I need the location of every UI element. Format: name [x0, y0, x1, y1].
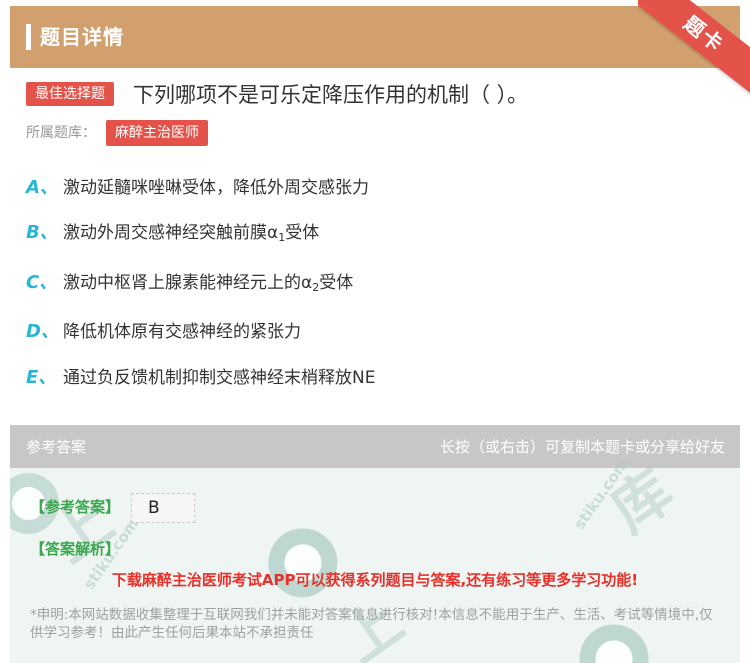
option-c[interactable]: C、 激动中枢肾上腺素能神经元上的α2受体	[26, 269, 726, 297]
option-letter: B、	[26, 222, 58, 243]
reference-answer-label: 【参考答案】	[30, 498, 121, 516]
answer-share-hint: 长按（或右击）可复制本题卡或分享给好友	[439, 438, 725, 456]
header-accent-bar	[26, 24, 31, 50]
bank-label: 所属题库：	[26, 125, 96, 141]
option-text: 降低机体原有交感神经的紧张力	[63, 322, 301, 342]
answer-section: 参考答案 长按（或右击）可复制本题卡或分享给好友 上 上 库 stiku.com…	[10, 425, 740, 663]
question-text: 下列哪项不是可乐定降压作用的机制（ ）。	[133, 83, 529, 107]
option-e[interactable]: E、 通过负反馈机制抑制交感神经末梢释放NE	[26, 364, 726, 392]
reference-answer-image: B	[131, 493, 195, 523]
option-letter: E、	[26, 367, 57, 388]
page-title: 题目详情	[40, 25, 124, 49]
bank-tag[interactable]: 麻醉主治医师	[106, 120, 208, 146]
reference-answer-value: B	[148, 498, 160, 518]
question-row: 最佳选择题 下列哪项不是可乐定降压作用的机制（ ）。	[26, 80, 726, 110]
header-bar: 题目详情	[10, 6, 740, 68]
option-text: 激动中枢肾上腺素能神经元上的α2受体	[63, 273, 354, 294]
disclaimer-text: *申明:本网站数据收集整理于互联网我们并未能对答案信息进行核对!本信息不能用于生…	[30, 607, 713, 641]
option-letter: C、	[26, 272, 58, 293]
download-app-link[interactable]: 下载麻醉主治医师考试APP可以获得系列题目与答案,还有练习等更多学习功能!	[10, 569, 740, 591]
option-letter: D、	[26, 321, 59, 342]
option-b[interactable]: B、 激动外周交感神经突触前膜α1受体	[26, 219, 726, 247]
analysis-label: 【答案解析】	[30, 540, 121, 558]
option-a[interactable]: A、 激动延髓咪唑啉受体，降低外周交感张力	[26, 174, 726, 202]
answer-header-title: 参考答案	[26, 438, 87, 456]
question-type-badge: 最佳选择题	[26, 82, 114, 106]
option-d[interactable]: D、 降低机体原有交感神经的紧张力	[26, 318, 726, 346]
option-letter: A、	[26, 177, 58, 198]
option-text: 通过负反馈机制抑制交感神经末梢释放NE	[63, 368, 376, 388]
option-text: 激动外周交感神经突触前膜α1受体	[63, 223, 320, 244]
option-text: 激动延髓咪唑啉受体，降低外周交感张力	[63, 178, 369, 198]
